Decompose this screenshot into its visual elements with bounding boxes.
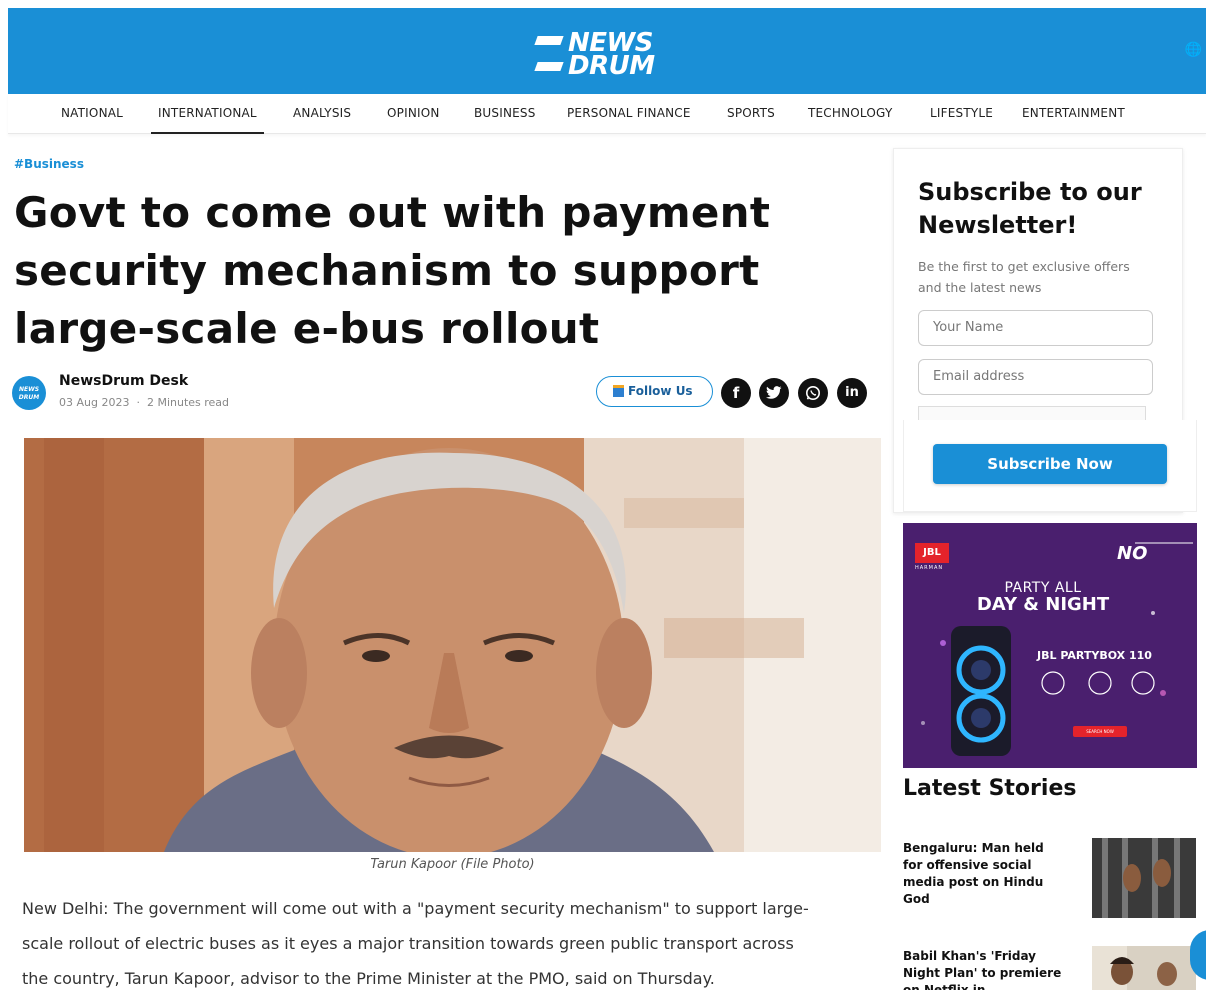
story-1-title[interactable]: Bengaluru: Man held for offensive social… (903, 840, 1073, 908)
story-line: Babil Khan's 'Friday (903, 949, 1036, 963)
advertisement-banner[interactable]: JBL HARMAN NO PARTY ALL DAY & NIGHT JBL … (903, 523, 1197, 768)
globe-icon[interactable]: 🌐 (1185, 42, 1202, 58)
portrait-illustration (24, 438, 881, 852)
meta-separator: · (136, 396, 140, 409)
newsletter-title: Subscribe to our Newsletter! (918, 176, 1168, 242)
follow-us-label: Follow Us (628, 384, 693, 398)
logo-mark-bottom (534, 62, 564, 71)
newsletter-desc-line: and the latest news (918, 280, 1042, 295)
newsletter-desc-line: Be the first to get exclusive offers (918, 259, 1130, 274)
nav-item-opinion[interactable]: OPINION (387, 94, 440, 134)
category-tag[interactable]: #Business (14, 157, 84, 171)
harman-label: HARMAN (915, 565, 944, 571)
linkedin-icon[interactable]: in (837, 378, 867, 408)
jail-bars-image (1092, 838, 1196, 918)
image-caption: Tarun Kapoor (File Photo) (370, 857, 535, 872)
nav-item-sports[interactable]: SPORTS (727, 94, 775, 134)
nav-item-technology[interactable]: TECHNOLOGY (808, 94, 892, 134)
site-header: NEWS DRUM 🌐 (8, 8, 1206, 94)
story-line: media post on Hindu (903, 875, 1044, 889)
latest-stories-heading: Latest Stories (903, 776, 1077, 801)
ad-tagline-2: DAY & NIGHT (976, 594, 1110, 615)
headline-line: security mechanism to support (14, 246, 760, 295)
main-nav: NATIONAL INTERNATIONAL ANALYSIS OPINION … (8, 94, 1206, 134)
article-body: New Delhi: The government will come out … (22, 891, 882, 990)
story-line: God (903, 892, 930, 906)
nav-item-international[interactable]: INTERNATIONAL (151, 94, 264, 134)
author-avatar[interactable]: NEWS DRUM (12, 376, 46, 410)
newsletter-title-line: Newsletter! (918, 211, 1078, 239)
headline-line: large-scale e-bus rollout (14, 304, 600, 353)
publish-date: 03 Aug 2023 (59, 396, 130, 409)
body-line: the country, Tarun Kapoor, advisor to th… (22, 969, 715, 988)
article-headline: Govt to come out with payment security m… (14, 184, 834, 358)
story-line: Bengaluru: Man held (903, 841, 1044, 855)
nav-item-personal-finance[interactable]: PERSONAL FINANCE (567, 94, 691, 134)
whatsapp-icon[interactable] (798, 378, 828, 408)
twitter-icon[interactable] (759, 378, 789, 408)
email-input[interactable]: Email address (918, 359, 1153, 395)
ad-cta-button[interactable]: SEARCH NOW (1073, 726, 1127, 737)
twitter-bird-glyph (766, 386, 782, 399)
article-meta: 03 Aug 2023 · 2 Minutes read (59, 396, 229, 409)
google-news-icon (613, 385, 624, 397)
nav-item-business[interactable]: BUSINESS (474, 94, 536, 134)
newsletter-title-line: Subscribe to our (918, 178, 1142, 206)
logo-text-drum: DRUM (568, 51, 655, 81)
movie-still-image (1092, 946, 1196, 990)
headline-line: Govt to come out with payment (14, 188, 771, 237)
newsletter-description: Be the first to get exclusive offers and… (918, 256, 1158, 298)
subscribe-now-button[interactable]: Subscribe Now (933, 444, 1167, 484)
facebook-icon[interactable]: f (721, 378, 751, 408)
story-1-thumbnail[interactable] (1092, 838, 1196, 918)
name-input[interactable]: Your Name (918, 310, 1153, 346)
whatsapp-glyph (806, 386, 820, 400)
article-hero-image (24, 438, 881, 852)
ad-rank-badge: NO (1117, 543, 1148, 564)
author-name[interactable]: NewsDrum Desk (59, 373, 188, 389)
read-time: 2 Minutes read (146, 396, 230, 409)
story-2-thumbnail[interactable] (1092, 946, 1196, 990)
logo-mark-top (534, 36, 564, 45)
nav-item-entertainment[interactable]: ENTERTAINMENT (1022, 94, 1125, 134)
story-line: for offensive social (903, 858, 1032, 872)
ad-product-name: JBL PARTYBOX 110 (1037, 649, 1152, 662)
story-line: Night Plan' to premiere (903, 966, 1062, 980)
body-line: scale rollout of electric buses as it ey… (22, 934, 794, 953)
nav-item-analysis[interactable]: ANALYSIS (293, 94, 351, 134)
story-2-title[interactable]: Babil Khan's 'Friday Night Plan' to prem… (903, 948, 1073, 990)
story-line: on Netflix in (903, 983, 986, 990)
nav-item-lifestyle[interactable]: LIFESTYLE (930, 94, 993, 134)
captcha-widget[interactable] (918, 406, 1146, 420)
jbl-logo: JBL (915, 543, 949, 563)
site-logo[interactable]: NEWS DRUM (534, 26, 670, 82)
body-line: New Delhi: The government will come out … (22, 899, 809, 918)
nav-item-national[interactable]: NATIONAL (61, 94, 123, 134)
follow-us-button[interactable]: Follow Us (596, 376, 713, 407)
